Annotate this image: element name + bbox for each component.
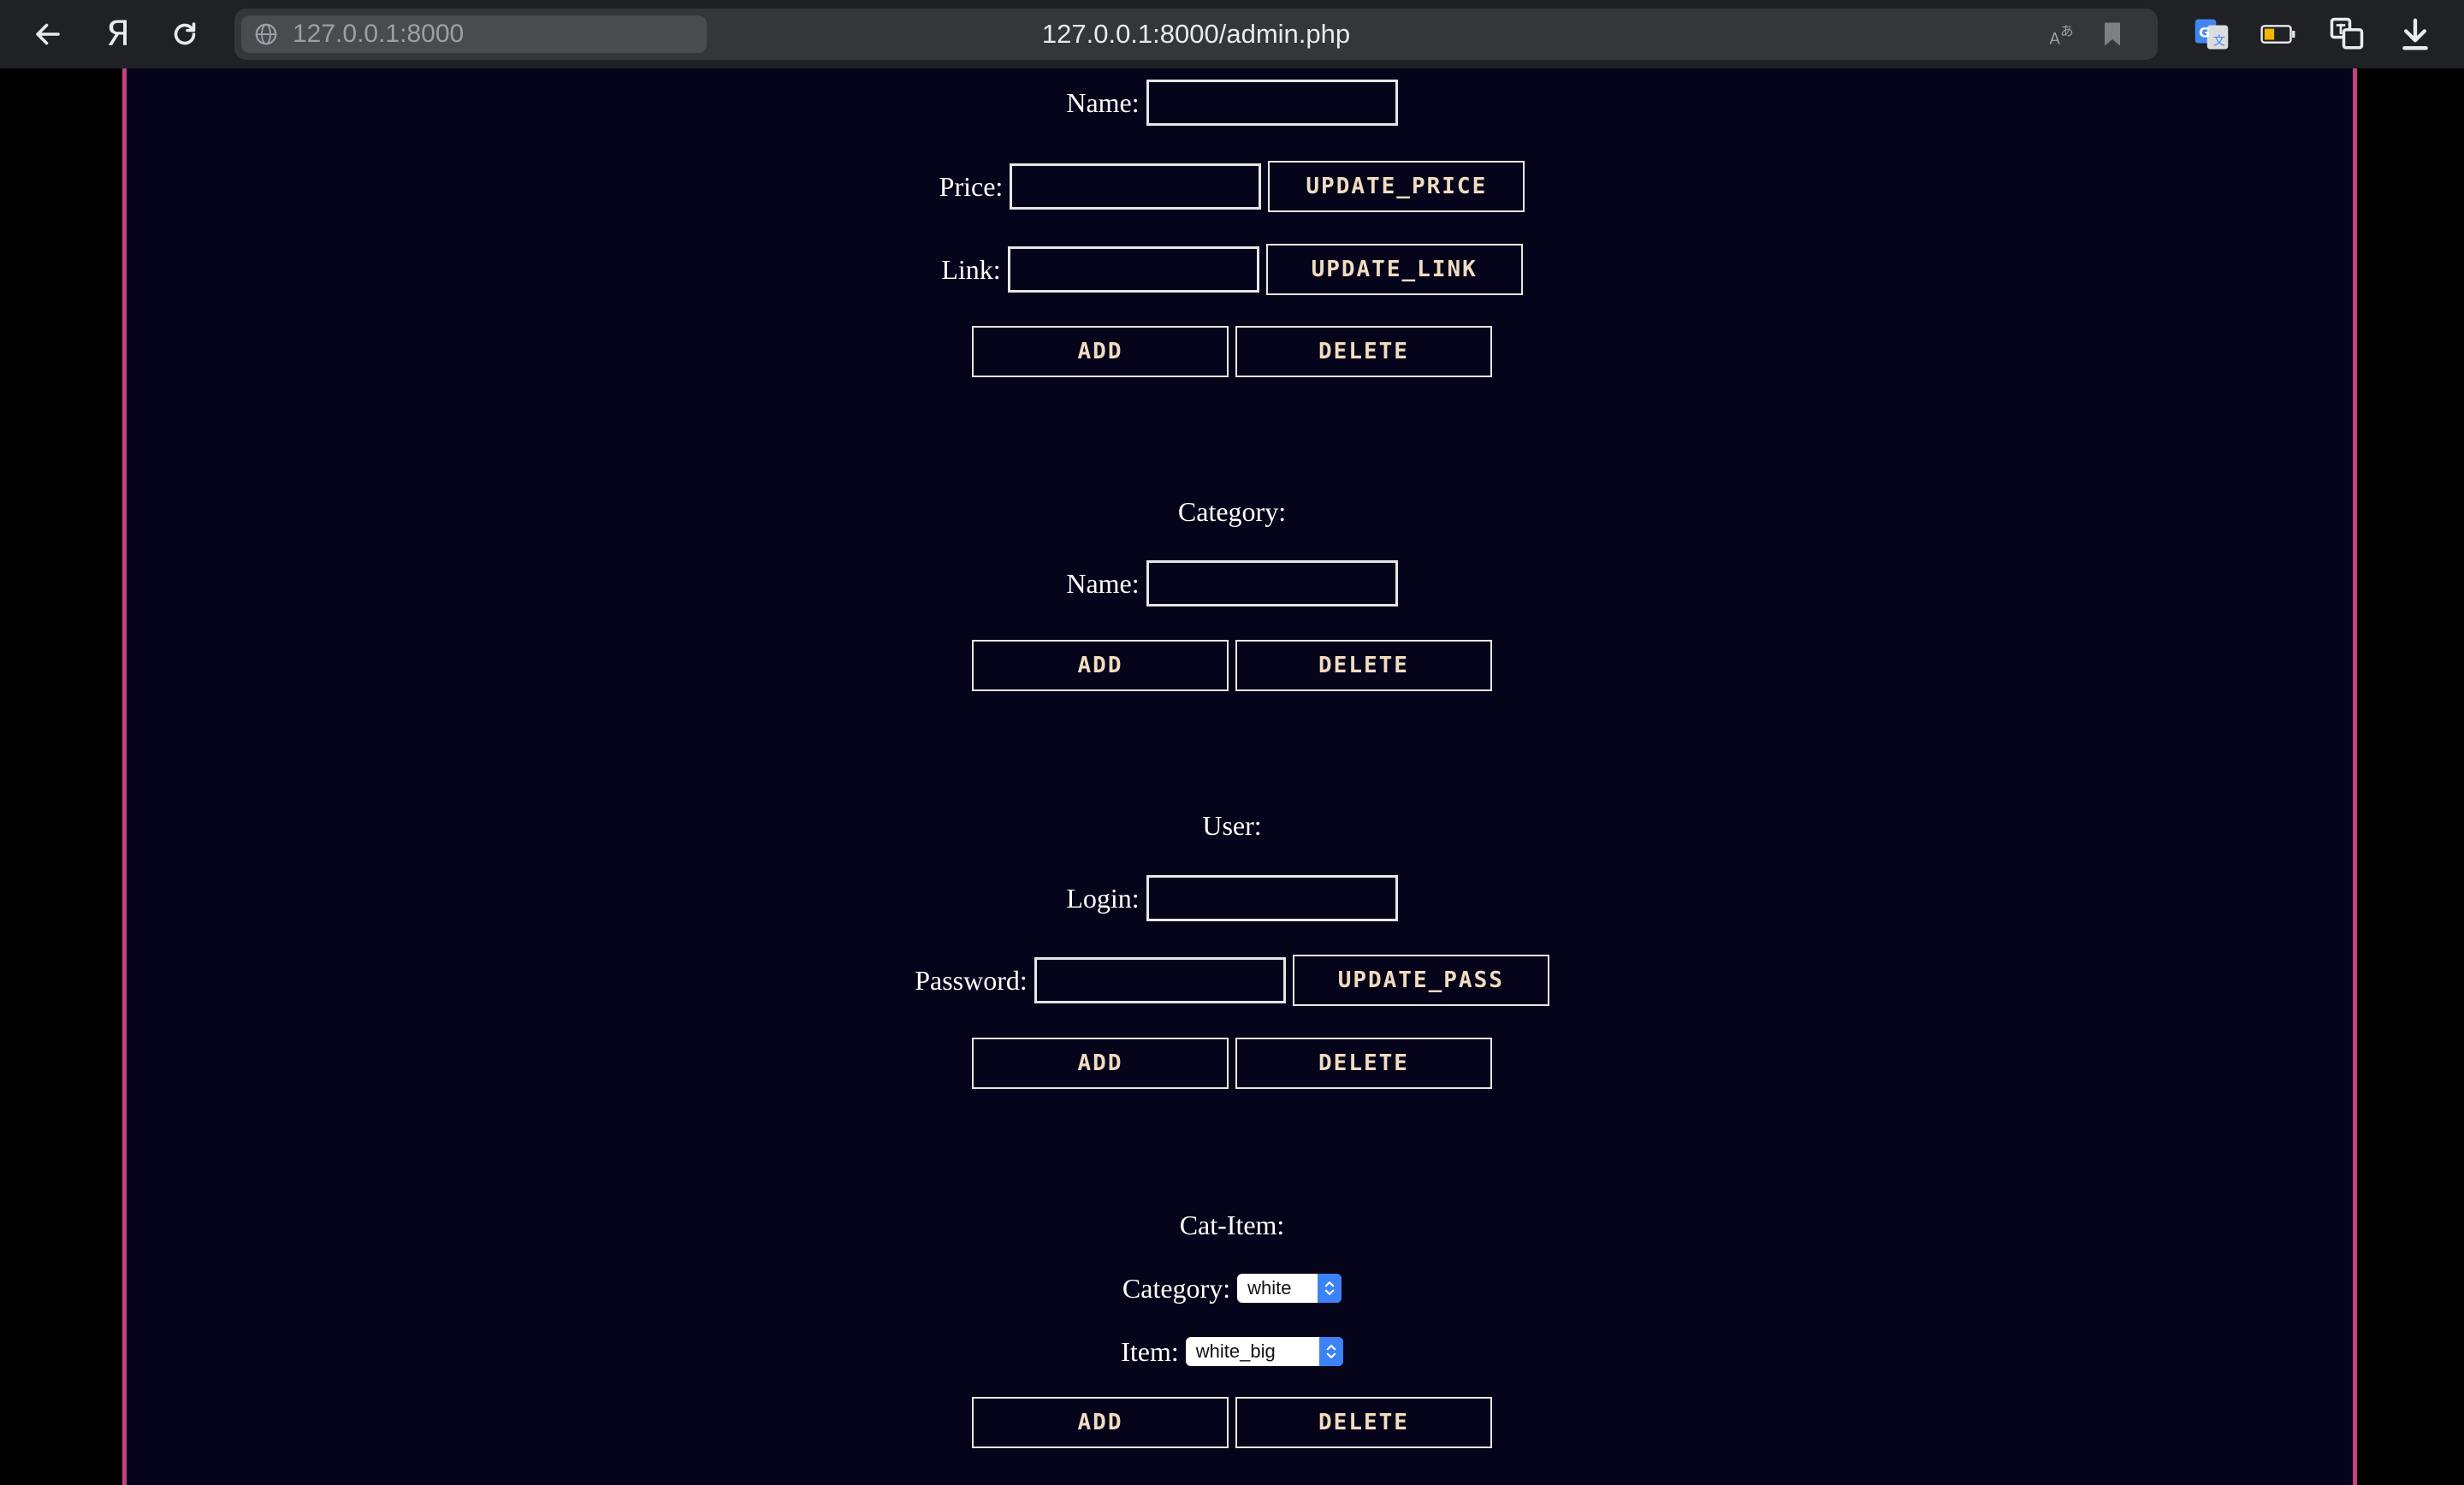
- browser-toolbar: Я 127.0.0.1:8000/admin.php 127.0.0.1:800…: [0, 0, 2464, 68]
- svg-text:あ: あ: [2060, 23, 2074, 38]
- category-actions-row: ADD DELETE: [0, 640, 2464, 691]
- category-section-title-row: Category:: [0, 493, 2464, 530]
- svg-text:A: A: [2049, 30, 2060, 48]
- user-password-label: Password:: [915, 964, 1028, 996]
- category-delete-button[interactable]: DELETE: [1235, 640, 1492, 691]
- catitem-category-row: Category: white: [0, 1269, 2464, 1308]
- catitem-delete-button[interactable]: DELETE: [1235, 1397, 1492, 1448]
- page-viewport: Name: Price: UPDATE_PRICE Link: UPDATE_L…: [0, 68, 2464, 1485]
- user-add-button[interactable]: ADD: [972, 1038, 1229, 1089]
- update-pass-button[interactable]: UPDATE_PASS: [1292, 955, 1549, 1006]
- user-login-row: Login:: [0, 873, 2464, 924]
- catitem-category-label: Category:: [1122, 1272, 1231, 1304]
- item-price-label: Price:: [939, 170, 1004, 202]
- catitem-item-value: white_big: [1195, 1340, 1276, 1362]
- catitem-actions-row: ADD DELETE: [0, 1397, 2464, 1448]
- category-name-label: Name:: [1066, 567, 1140, 599]
- download-icon[interactable]: [2394, 0, 2437, 68]
- user-section-title-row: User:: [0, 807, 2464, 844]
- item-link-input[interactable]: [1007, 246, 1259, 293]
- origin-chip[interactable]: 127.0.0.1:8000: [241, 15, 707, 53]
- catitem-item-select[interactable]: white_big: [1185, 1337, 1343, 1366]
- category-add-button[interactable]: ADD: [972, 640, 1229, 691]
- user-actions-row: ADD DELETE: [0, 1038, 2464, 1089]
- user-section-title: User:: [1202, 809, 1262, 841]
- category-section-title: Category:: [1177, 495, 1287, 527]
- yandex-logo-icon[interactable]: Я: [96, 0, 140, 68]
- catitem-item-label: Item:: [1121, 1335, 1179, 1367]
- catitem-add-button[interactable]: ADD: [972, 1397, 1229, 1448]
- battery-saver-icon[interactable]: [2257, 0, 2300, 68]
- item-name-label: Name:: [1066, 86, 1140, 118]
- back-arrow-icon[interactable]: [26, 0, 70, 68]
- select-chevron-icon: [1318, 1337, 1343, 1366]
- google-translate-extension-icon[interactable]: G文: [2190, 0, 2233, 68]
- category-name-row: Name:: [0, 558, 2464, 609]
- svg-text:G: G: [2199, 25, 2210, 41]
- user-delete-button[interactable]: DELETE: [1235, 1038, 1492, 1089]
- address-bar[interactable]: 127.0.0.1:8000/admin.php 127.0.0.1:8000 …: [234, 9, 2158, 60]
- bookmark-icon[interactable]: [2091, 9, 2134, 60]
- select-chevron-icon: [1318, 1274, 1342, 1303]
- catitem-item-row: Item: white_big: [0, 1332, 2464, 1371]
- item-delete-button[interactable]: DELETE: [1235, 326, 1492, 377]
- user-login-label: Login:: [1066, 882, 1140, 914]
- item-add-button[interactable]: ADD: [972, 326, 1229, 377]
- item-name-input[interactable]: [1146, 80, 1398, 126]
- translate-page-icon[interactable]: Aあ: [2041, 9, 2084, 60]
- user-password-row: Password: UPDATE_PASS: [0, 955, 2464, 1006]
- item-link-label: Link:: [941, 253, 1001, 285]
- catitem-category-value: white: [1247, 1277, 1292, 1299]
- item-link-row: Link: UPDATE_LINK: [0, 244, 2464, 295]
- update-link-button[interactable]: UPDATE_LINK: [1265, 244, 1523, 295]
- globe-icon: [255, 23, 277, 45]
- category-name-input[interactable]: [1146, 560, 1398, 606]
- translate-bubble-icon[interactable]: [2325, 0, 2368, 68]
- origin-chip-text: 127.0.0.1:8000: [293, 20, 465, 48]
- item-price-input[interactable]: [1010, 163, 1262, 210]
- item-actions-row: ADD DELETE: [0, 326, 2464, 377]
- reload-icon[interactable]: [163, 0, 207, 68]
- catitem-section-title-row: Cat-Item:: [0, 1206, 2464, 1244]
- user-password-input[interactable]: [1034, 957, 1286, 1003]
- catitem-section-title: Cat-Item:: [1179, 1209, 1285, 1240]
- svg-text:文: 文: [2213, 34, 2225, 48]
- catitem-category-select[interactable]: white: [1237, 1274, 1342, 1303]
- user-login-input[interactable]: [1146, 875, 1398, 921]
- item-price-row: Price: UPDATE_PRICE: [0, 161, 2464, 212]
- item-name-row: Name:: [0, 77, 2464, 128]
- update-price-button[interactable]: UPDATE_PRICE: [1268, 161, 1525, 212]
